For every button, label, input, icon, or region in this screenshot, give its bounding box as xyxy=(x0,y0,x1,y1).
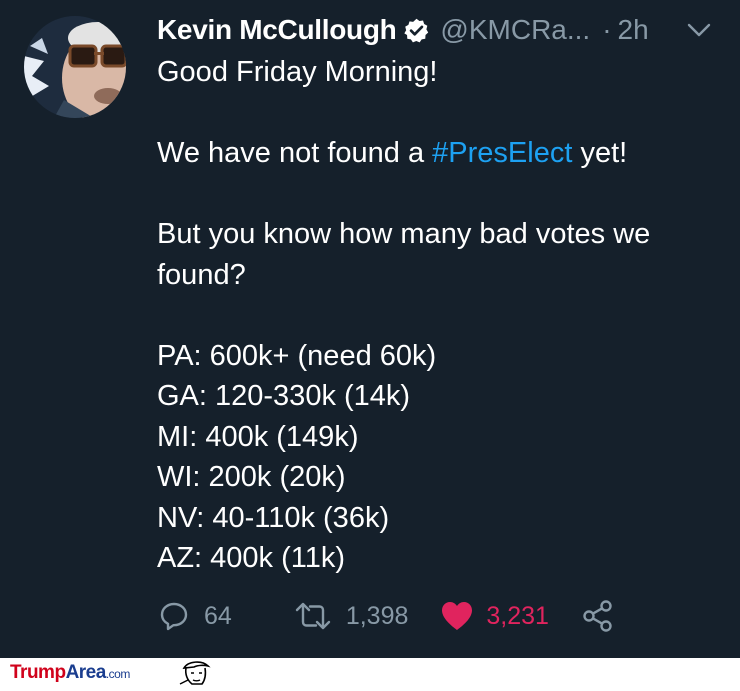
tweet-line-greeting: Good Friday Morning! xyxy=(157,56,438,88)
retweet-count: 1,398 xyxy=(345,601,409,630)
watermark-logo: TrumpArea.com xyxy=(10,662,130,683)
state-line: PA: 600k+ (need 60k) xyxy=(157,339,437,372)
text-before-hashtag: We have not found a xyxy=(157,137,433,169)
watermark-bar: TrumpArea.com xyxy=(0,658,740,686)
chevron-down-icon[interactable] xyxy=(687,22,711,38)
retweet-icon xyxy=(294,600,332,632)
author-handle[interactable]: @KMCRa... xyxy=(440,14,590,46)
state-line: NV: 40-110k (36k) xyxy=(157,501,390,534)
avatar[interactable] xyxy=(24,16,126,118)
share-button[interactable] xyxy=(581,599,615,633)
avatar-image xyxy=(24,16,126,118)
verified-badge-icon xyxy=(403,17,430,44)
tweet-line-question: But you know how many bad votes we found… xyxy=(157,218,651,291)
tweet-header: Kevin McCullough @KMCRa... · 2h xyxy=(157,12,649,48)
reply-icon xyxy=(158,600,190,632)
share-icon xyxy=(581,599,615,633)
caricature-icon xyxy=(176,660,216,686)
state-line: AZ: 400k (11k) xyxy=(157,542,346,574)
like-button[interactable]: 3,231 xyxy=(440,600,549,632)
tweet-card[interactable]: Kevin McCullough @KMCRa... · 2h Good Fri… xyxy=(0,0,740,658)
state-line: MI: 400k (149k) xyxy=(157,420,359,453)
tweet-text: Good Friday Morning! We have not found a… xyxy=(157,52,717,579)
tweet-line-hashtag: We have not found a #PresElect yet! xyxy=(157,133,717,174)
tweet-timestamp[interactable]: 2h xyxy=(618,14,649,46)
like-count: 3,231 xyxy=(486,601,549,630)
reply-button[interactable]: 64 xyxy=(158,600,232,632)
author-name[interactable]: Kevin McCullough xyxy=(157,14,397,46)
state-line: GA: 120-330k (14k) xyxy=(157,380,411,412)
heart-icon xyxy=(440,600,474,632)
retweet-button[interactable]: 1,398 xyxy=(294,600,409,632)
reply-count: 64 xyxy=(204,601,232,630)
tweet-actions: 64 1,398 3,231 xyxy=(158,596,615,636)
separator-dot: · xyxy=(602,14,612,45)
text-after-hashtag: yet! xyxy=(572,137,628,169)
hashtag-link[interactable]: #PresElect xyxy=(432,137,572,169)
state-line: WI: 200k (20k) xyxy=(157,461,346,493)
